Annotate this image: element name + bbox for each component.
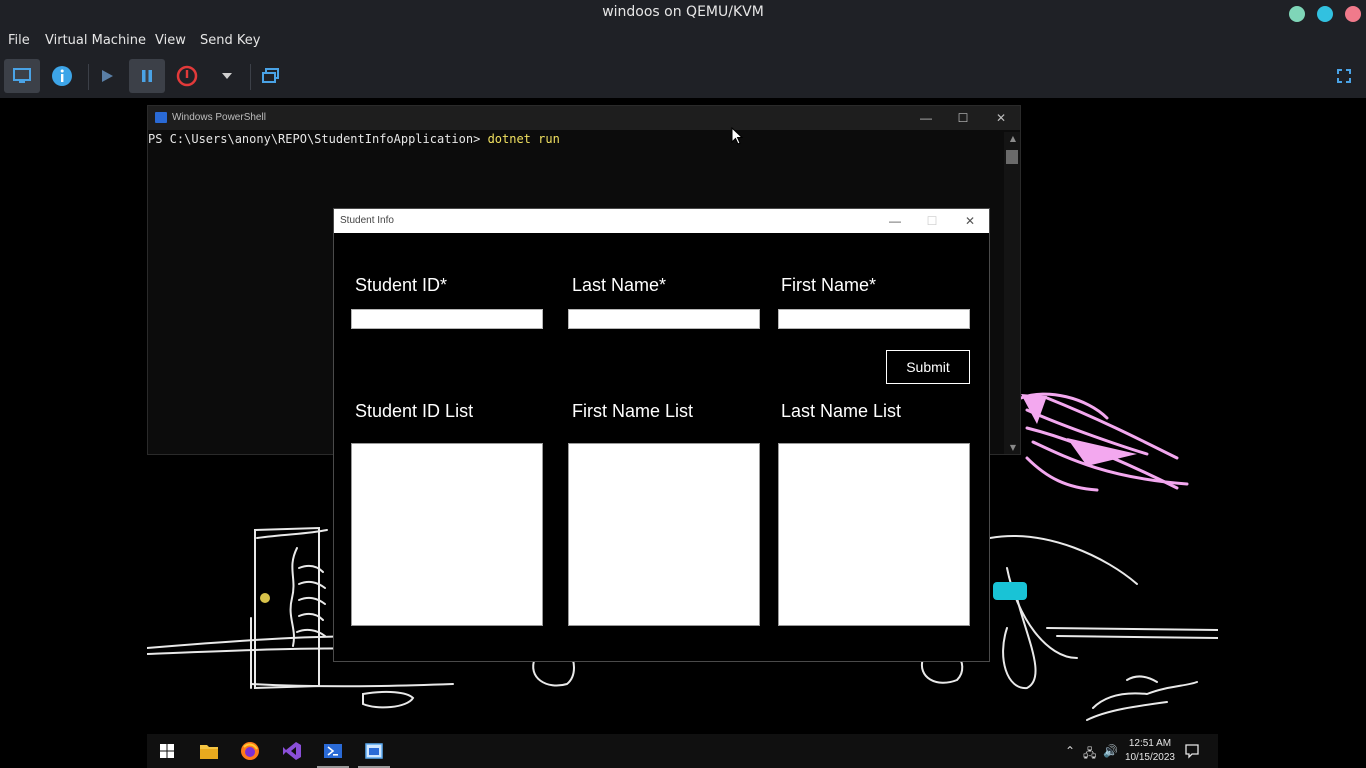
ps-minimize-button[interactable]: — xyxy=(916,109,936,127)
snapshot-icon xyxy=(262,68,279,83)
fullscreen-icon xyxy=(1337,69,1351,83)
windows-taskbar: ⌃ 🖧 🔊 12:51 AM 10/15/2023 xyxy=(147,734,1218,768)
taskbar-firefox[interactable] xyxy=(239,740,261,762)
ps-maximize-button[interactable]: ☐ xyxy=(953,109,973,127)
notification-icon xyxy=(1185,744,1199,759)
student-info-window: Student Info — ☐ ✕ Student ID* Last Name… xyxy=(333,208,990,662)
student-info-title: Student Info xyxy=(340,215,394,226)
scroll-down-icon[interactable]: ▼ xyxy=(1010,443,1016,452)
pause-button[interactable] xyxy=(129,59,165,93)
run-button[interactable] xyxy=(89,59,125,93)
action-center-button[interactable] xyxy=(1181,740,1203,762)
minimize-button[interactable] xyxy=(1289,6,1305,22)
last-name-label: Last Name* xyxy=(572,275,667,295)
taskbar-clock[interactable]: 12:51 AM 10/15/2023 xyxy=(1125,737,1175,765)
first-name-input[interactable] xyxy=(778,309,970,329)
clock-date: 10/15/2023 xyxy=(1124,752,1175,763)
mouse-cursor-icon xyxy=(731,127,743,145)
close-button[interactable] xyxy=(1345,6,1361,22)
menu-send-key[interactable]: Send Key xyxy=(200,33,260,48)
console-icon xyxy=(13,68,31,83)
file-explorer-icon xyxy=(200,745,218,759)
last-name-input[interactable] xyxy=(568,309,760,329)
shutdown-button[interactable] xyxy=(169,59,205,93)
student-id-listbox[interactable] xyxy=(351,443,543,626)
host-titlebar: windoos on QEMU/KVM xyxy=(0,0,1366,26)
fullscreen-button[interactable] xyxy=(1326,59,1362,93)
volume-icon[interactable]: 🔊 xyxy=(1103,744,1118,758)
si-maximize-button[interactable]: ☐ xyxy=(922,212,942,230)
powershell-app-icon xyxy=(155,112,167,123)
last-name-listbox[interactable] xyxy=(778,443,970,626)
student-info-titlebar: Student Info — ☐ ✕ xyxy=(334,209,989,233)
network-icon[interactable]: 🖧 xyxy=(1083,744,1096,765)
powershell-console[interactable]: PS C:\Users\anony\REPO\StudentInfoApplic… xyxy=(148,132,560,146)
snapshot-button[interactable] xyxy=(253,59,289,93)
ps-scrollbar[interactable]: ▲ ▼ xyxy=(1004,132,1020,454)
submit-button[interactable]: Submit xyxy=(886,350,970,384)
toolbar xyxy=(0,56,1366,98)
start-button[interactable] xyxy=(156,740,178,762)
taskbar-file-explorer[interactable] xyxy=(198,740,220,762)
virt-manager-window: windoos on QEMU/KVM File Virtual Machine… xyxy=(0,0,1366,768)
power-icon xyxy=(176,65,198,87)
shutdown-menu-button[interactable] xyxy=(209,59,245,93)
window-title: windoos on QEMU/KVM xyxy=(602,4,764,20)
vm-display[interactable]: Windows PowerShell — ☐ ✕ PS C:\Users\ano… xyxy=(147,98,1218,768)
student-id-input[interactable] xyxy=(351,309,543,329)
maximize-button[interactable] xyxy=(1317,6,1333,22)
student-info-app-icon xyxy=(365,743,383,759)
si-close-button[interactable]: ✕ xyxy=(960,212,980,230)
console-button[interactable] xyxy=(4,59,40,93)
start-icon xyxy=(160,744,174,758)
first-name-list-label: First Name List xyxy=(572,401,694,421)
menu-virtual-machine[interactable]: Virtual Machine xyxy=(45,33,146,48)
menu-view[interactable]: View xyxy=(155,33,186,48)
taskbar-visual-studio[interactable] xyxy=(281,740,303,762)
firefox-icon xyxy=(241,742,259,760)
details-button[interactable] xyxy=(44,59,80,93)
taskbar-student-info-app[interactable] xyxy=(363,740,385,762)
first-name-listbox[interactable] xyxy=(568,443,760,626)
console-prompt: PS C:\Users\anony\REPO\StudentInfoApplic… xyxy=(148,132,488,146)
dropdown-icon xyxy=(222,73,232,79)
pause-icon xyxy=(142,70,152,82)
taskbar-powershell[interactable] xyxy=(322,740,344,762)
powershell-title: Windows PowerShell xyxy=(172,112,266,123)
play-icon xyxy=(102,70,113,82)
si-minimize-button[interactable]: — xyxy=(885,212,905,230)
scroll-up-icon[interactable]: ▲ xyxy=(1010,134,1016,143)
info-icon xyxy=(52,66,72,86)
student-id-list-label: Student ID List xyxy=(355,401,474,421)
show-hidden-icons[interactable]: ⌃ xyxy=(1065,744,1075,758)
ps-scroll-thumb[interactable] xyxy=(1006,150,1018,164)
console-command: dotnet run xyxy=(487,132,560,146)
menu-file[interactable]: File xyxy=(8,33,30,48)
first-name-label: First Name* xyxy=(781,275,877,295)
student-id-label: Student ID* xyxy=(355,275,448,295)
last-name-list-label: Last Name List xyxy=(781,401,902,421)
visual-studio-icon xyxy=(283,742,301,760)
powershell-icon xyxy=(324,744,342,758)
clock-time: 12:51 AM xyxy=(1128,738,1172,749)
menu-bar: File Virtual Machine View Send Key xyxy=(0,26,1366,56)
ps-close-button[interactable]: ✕ xyxy=(991,109,1011,127)
powershell-titlebar: Windows PowerShell — ☐ ✕ xyxy=(148,106,1020,130)
